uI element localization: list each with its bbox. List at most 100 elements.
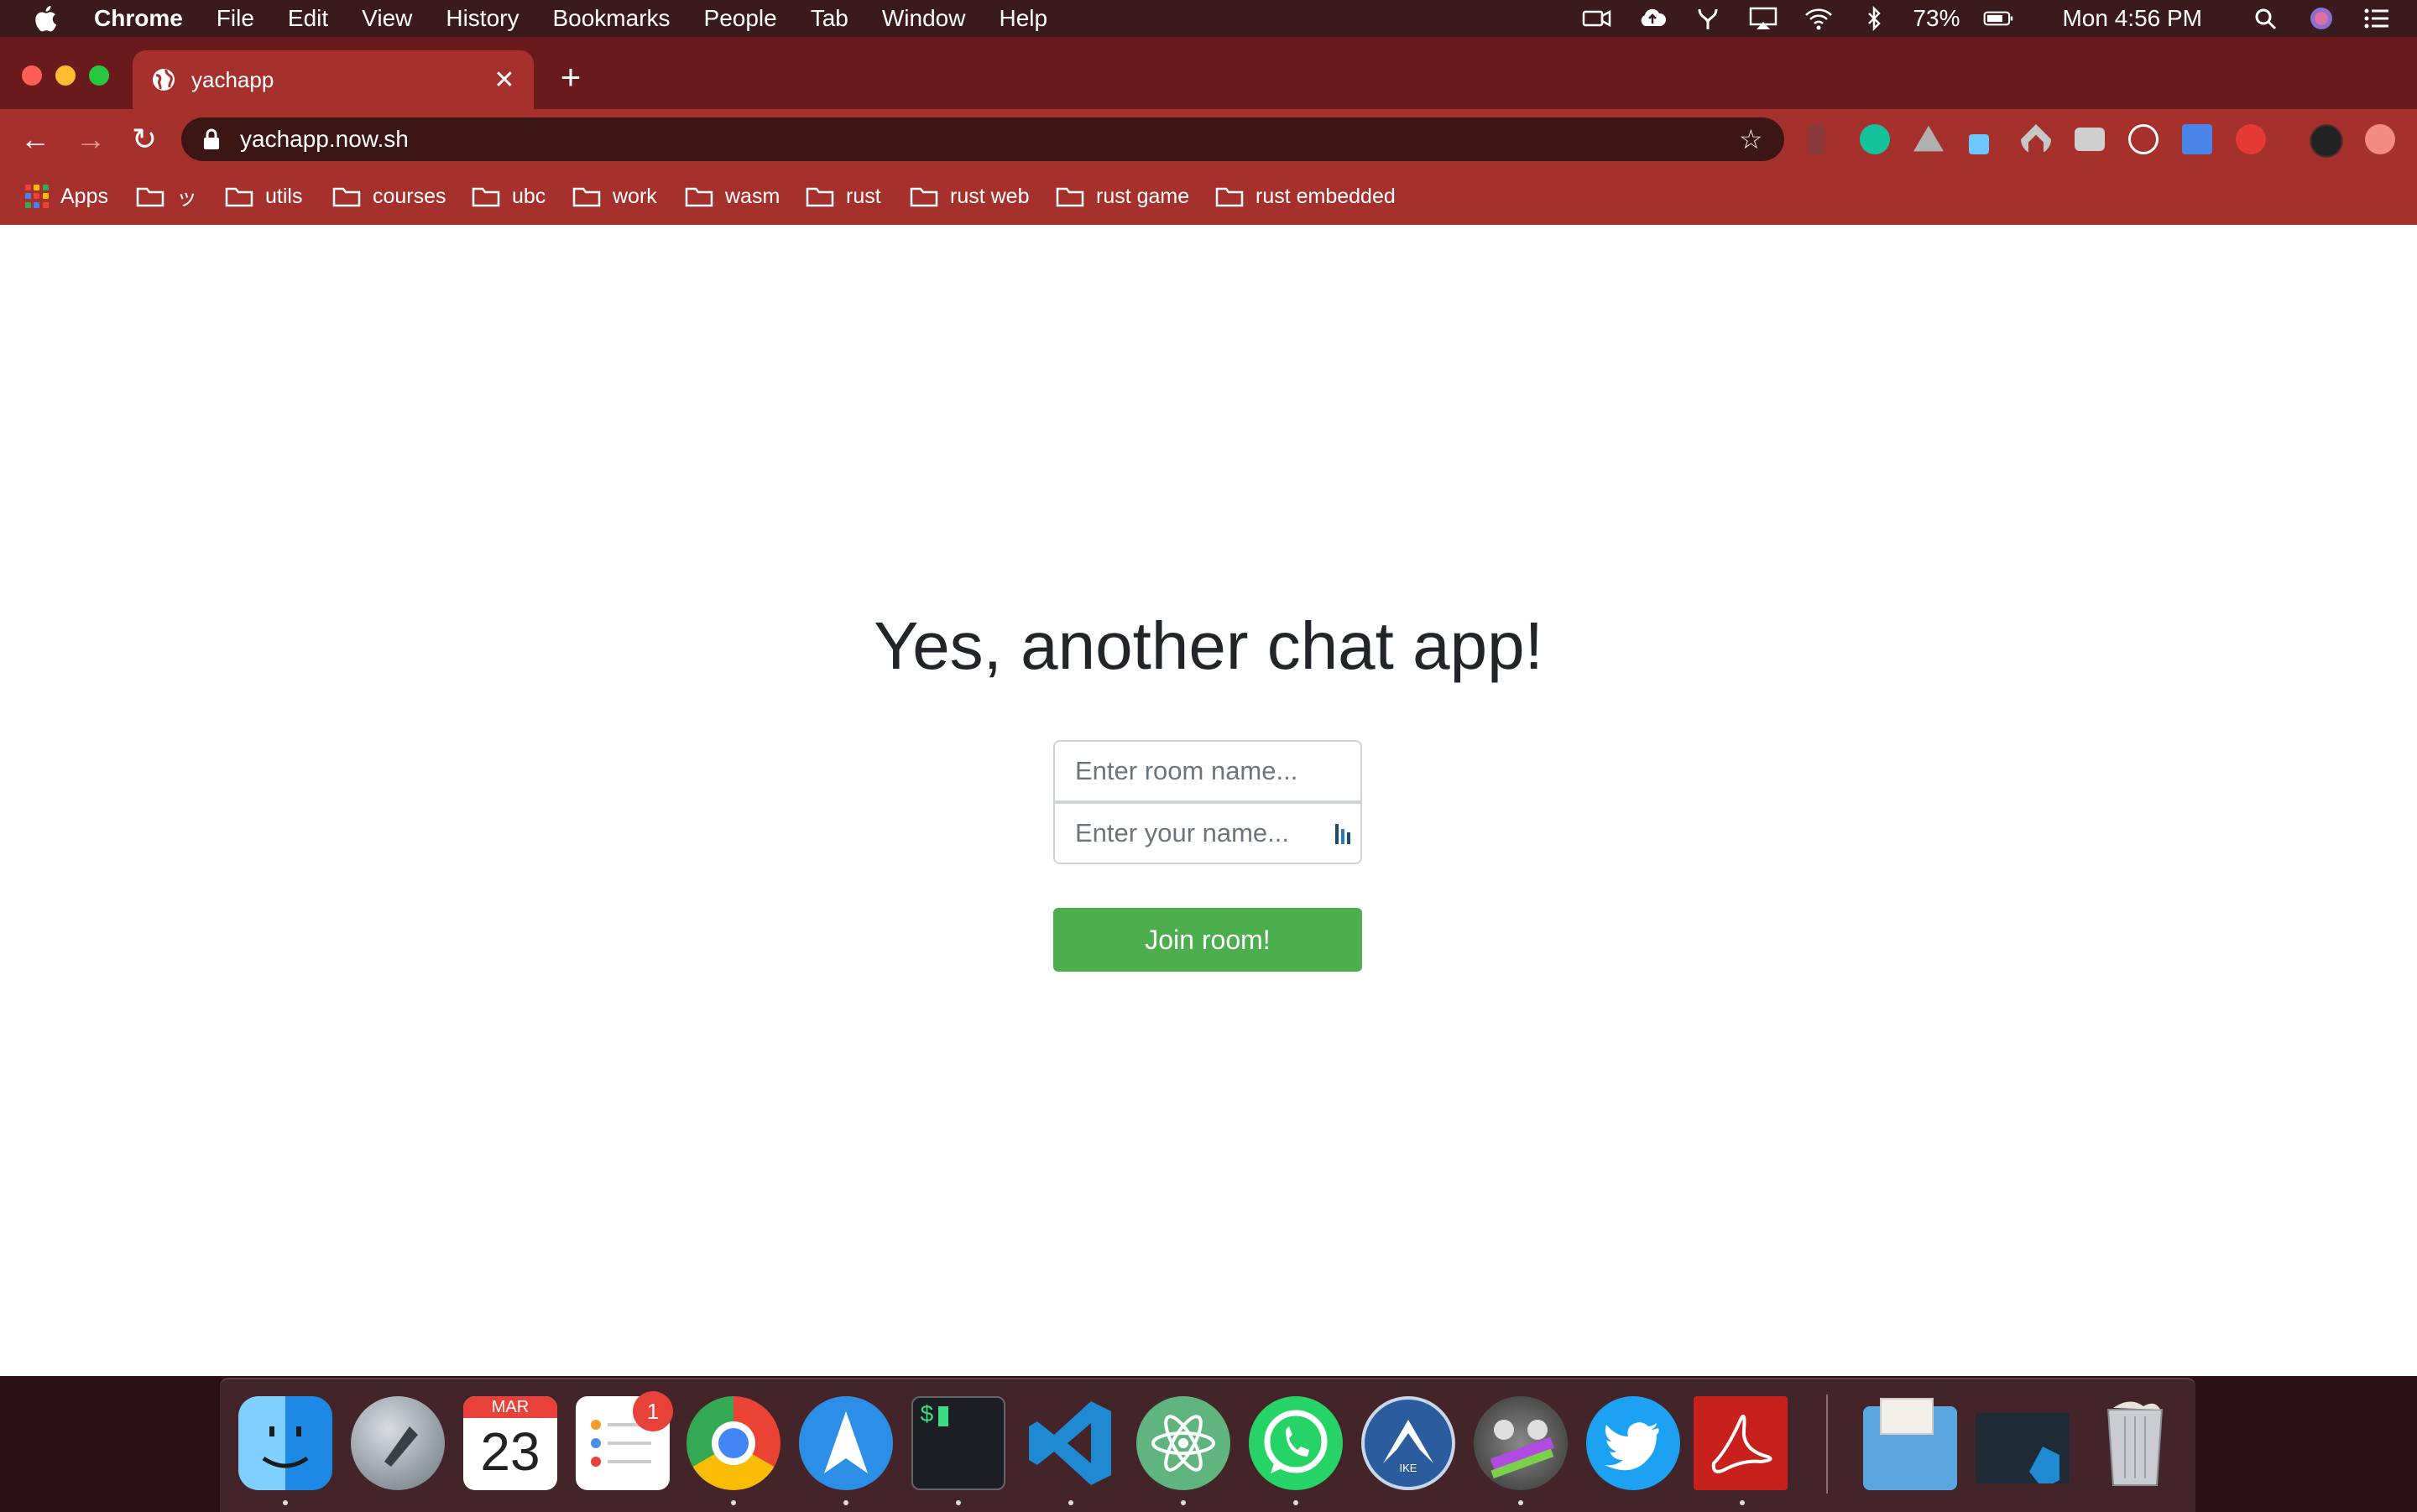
menubar-clock[interactable]: Mon 4:56 PM [2062, 5, 2202, 32]
zoom-window-button[interactable] [89, 65, 109, 86]
battery-icon[interactable] [1981, 5, 2015, 32]
siri-icon[interactable] [2305, 5, 2338, 32]
menu-tab[interactable]: Tab [811, 5, 848, 32]
globe-icon [153, 69, 175, 91]
chrome-icon[interactable] [686, 1396, 780, 1490]
airplay-icon[interactable] [1746, 5, 1780, 32]
menu-view[interactable]: View [362, 5, 412, 32]
room-name-input[interactable] [1053, 740, 1362, 802]
folder-icon [472, 185, 500, 207]
reload-button[interactable]: ↻ [128, 123, 161, 156]
bookmark-folder-wasm[interactable]: wasm [685, 181, 780, 211]
menu-help[interactable]: Help [999, 5, 1047, 32]
lock-icon[interactable] [201, 128, 222, 151]
apple-icon[interactable] [32, 3, 62, 34]
cloud-upload-icon[interactable] [1636, 5, 1669, 32]
join-room-button[interactable]: Join room! [1053, 908, 1362, 972]
address-bar[interactable]: yachapp.now.sh ☆ [181, 117, 1784, 161]
folder-icon [1215, 185, 1244, 207]
twitter-icon[interactable] [1586, 1396, 1680, 1490]
terminal-cursor [938, 1406, 948, 1426]
colorpicker-extension-icon[interactable] [1969, 134, 1989, 154]
fork-icon[interactable] [1691, 5, 1725, 32]
minimized-vscode-window[interactable] [1976, 1413, 2070, 1489]
bookmarks-bar: Apps ッ utils courses ubc work wasm rust … [0, 169, 2417, 225]
bluetooth-icon[interactable] [1857, 5, 1891, 32]
react-devtools-icon[interactable] [2128, 124, 2159, 154]
atom-icon[interactable] [1136, 1396, 1230, 1490]
spark-mail-icon[interactable] [799, 1396, 893, 1490]
browser-toolbar: ← → ↻ yachapp.now.sh ☆ [0, 109, 2417, 169]
tab-title: yachapp [191, 66, 274, 92]
menu-app-name[interactable]: Chrome [94, 5, 183, 32]
adblock-hand-icon[interactable] [2236, 124, 2266, 154]
grammarly-icon[interactable] [1860, 124, 1890, 154]
forward-button[interactable]: → [74, 123, 107, 156]
folder-icon [225, 185, 253, 207]
wifi-icon[interactable] [1802, 5, 1835, 32]
bookmark-folder-rust-game[interactable]: rust game [1056, 181, 1189, 211]
bookmark-label: Apps [60, 184, 108, 208]
back-button[interactable]: ← [18, 123, 52, 156]
folder-icon [332, 185, 361, 207]
menu-edit[interactable]: Edit [288, 5, 328, 32]
final-cut-pro-icon[interactable] [1474, 1396, 1568, 1490]
bookmark-folder-rust-web[interactable]: rust web [910, 181, 1029, 211]
notification-center-icon[interactable] [2360, 5, 2394, 32]
macos-menu-bar: Chrome File Edit View History Bookmarks … [0, 0, 2417, 37]
update-arrow-icon[interactable] [2365, 124, 2395, 154]
folder-icon [910, 185, 938, 207]
profile-avatar[interactable] [2310, 124, 2343, 158]
battery-percent[interactable]: 73% [1913, 5, 1960, 32]
url-text[interactable]: yachapp.now.sh [240, 126, 409, 153]
running-indicator [283, 1500, 288, 1505]
password-manager-icon[interactable] [1334, 822, 1353, 846]
bookmark-label: work [613, 184, 657, 208]
terminal-icon[interactable]: $ [911, 1396, 1005, 1490]
bookmark-folder-rust[interactable]: rust [806, 181, 881, 211]
active-tab[interactable]: yachapp ✕ [133, 50, 534, 109]
page-heading: Yes, another chat app! [874, 608, 1543, 683]
bookmark-label: rust game [1096, 184, 1190, 208]
finder-icon[interactable] [238, 1396, 332, 1490]
screenshot-camera-icon[interactable] [2075, 128, 2105, 151]
bookmark-folder-work[interactable]: work [572, 181, 657, 211]
spotlight-search-icon[interactable] [2249, 5, 2283, 32]
bookmark-apps[interactable]: Apps [25, 181, 108, 211]
downloads-folder-icon[interactable] [1863, 1398, 1957, 1490]
menu-window[interactable]: Window [882, 5, 966, 32]
nordvpn-icon[interactable]: IKE [1361, 1396, 1455, 1490]
folder-icon [1056, 185, 1084, 207]
extension-stripe-icon[interactable] [1808, 124, 1824, 154]
trash-icon[interactable] [2088, 1396, 2182, 1490]
whatsapp-icon[interactable] [1249, 1396, 1343, 1490]
new-tab-button[interactable]: + [554, 60, 587, 95]
menu-history[interactable]: History [446, 5, 519, 32]
bookmark-folder-utils[interactable]: utils [225, 181, 302, 211]
bookmark-label: ッ [176, 186, 198, 210]
calendar-icon[interactable]: MAR 23 [463, 1396, 557, 1490]
vscode-icon[interactable] [1024, 1396, 1118, 1490]
menu-people[interactable]: People [704, 5, 777, 32]
bookmark-label: ubc [512, 184, 546, 208]
menu-bookmarks[interactable]: Bookmarks [552, 5, 670, 32]
adobe-acrobat-icon[interactable] [1694, 1396, 1788, 1490]
google-translate-icon[interactable] [2182, 124, 2212, 154]
running-indicator [1181, 1500, 1186, 1505]
google-drive-icon[interactable] [1913, 125, 1944, 152]
bookmark-folder-courses[interactable]: courses [332, 181, 446, 211]
user-name-input[interactable] [1053, 802, 1362, 864]
arc-extension-icon[interactable] [2021, 124, 2051, 154]
bookmark-star-icon[interactable]: ☆ [1739, 126, 1766, 153]
menu-file[interactable]: File [217, 5, 254, 32]
bookmark-folder-smile[interactable]: ッ [136, 181, 197, 211]
bookmark-folder-ubc[interactable]: ubc [472, 181, 546, 211]
nordvpn-label: IKE [1399, 1462, 1417, 1474]
minimize-window-button[interactable] [55, 65, 76, 86]
camera-icon[interactable] [1580, 5, 1614, 32]
close-window-button[interactable] [22, 65, 42, 86]
bookmark-folder-rust-embedded[interactable]: rust embedded [1215, 181, 1396, 211]
tab-close-icon[interactable]: ✕ [490, 65, 519, 94]
launchpad-rocket-icon[interactable] [351, 1396, 445, 1490]
folder-icon [572, 185, 601, 207]
